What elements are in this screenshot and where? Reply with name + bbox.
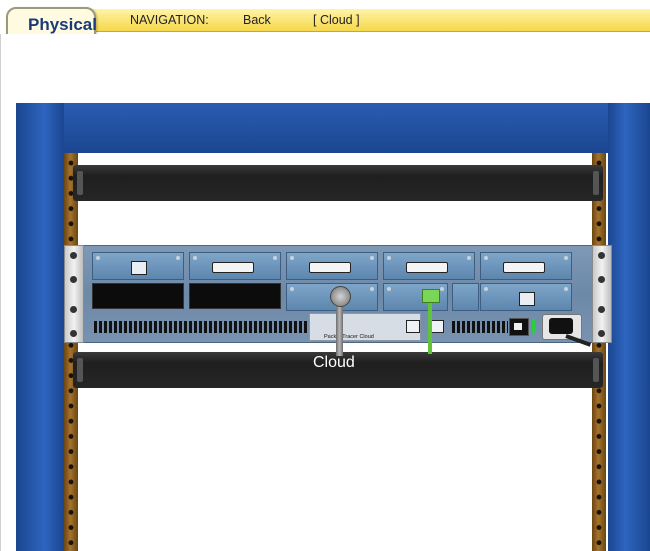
serial-module-slot[interactable] (286, 252, 378, 280)
serial-port-icon[interactable] (309, 262, 351, 273)
serial-port-icon[interactable] (212, 262, 254, 273)
power-led (532, 319, 535, 333)
rack-left-post (16, 103, 64, 551)
empty-slot[interactable] (92, 283, 184, 309)
ethernet-module-slot[interactable] (92, 252, 184, 280)
module-slot-narrow[interactable] (452, 283, 479, 311)
rack-blank-panel (73, 165, 603, 201)
workspace-border (0, 34, 1, 551)
device-brand-label: Packet Tracer Cloud (324, 334, 374, 340)
console-port-icon[interactable] (430, 320, 444, 333)
serial-port-icon[interactable] (406, 262, 448, 273)
serial-module-slot[interactable] (383, 252, 475, 280)
serial-module-slot[interactable] (480, 252, 572, 280)
ethernet-port-icon[interactable] (519, 292, 535, 306)
rack-ear-right (592, 245, 612, 343)
dsl-cable[interactable] (428, 296, 432, 354)
rack-right-post (608, 103, 650, 551)
tab-physical-label: Physical (28, 15, 97, 34)
coaxial-connector[interactable] (330, 286, 351, 307)
power-switch[interactable] (509, 318, 529, 336)
empty-slot[interactable] (189, 283, 281, 309)
power-socket-icon (542, 314, 582, 340)
vent-grille (452, 321, 508, 333)
console-port-icon[interactable] (406, 320, 420, 333)
rack-top-bar (16, 103, 650, 153)
vent-grille (94, 321, 310, 333)
device-name-label: Cloud (313, 354, 355, 371)
ethernet-port-icon[interactable] (131, 261, 147, 275)
serial-module-slot[interactable] (189, 252, 281, 280)
serial-port-icon[interactable] (503, 262, 545, 273)
dsl-connector[interactable] (422, 289, 440, 303)
current-location: [ Cloud ] (313, 13, 360, 27)
navigation-label: NAVIGATION: (130, 13, 209, 27)
rack-ear-left (64, 245, 84, 343)
top-bar: NAVIGATION: Back [ Cloud ] (0, 0, 650, 34)
ethernet-module-slot[interactable] (480, 283, 572, 311)
back-link[interactable]: Back (243, 13, 271, 27)
